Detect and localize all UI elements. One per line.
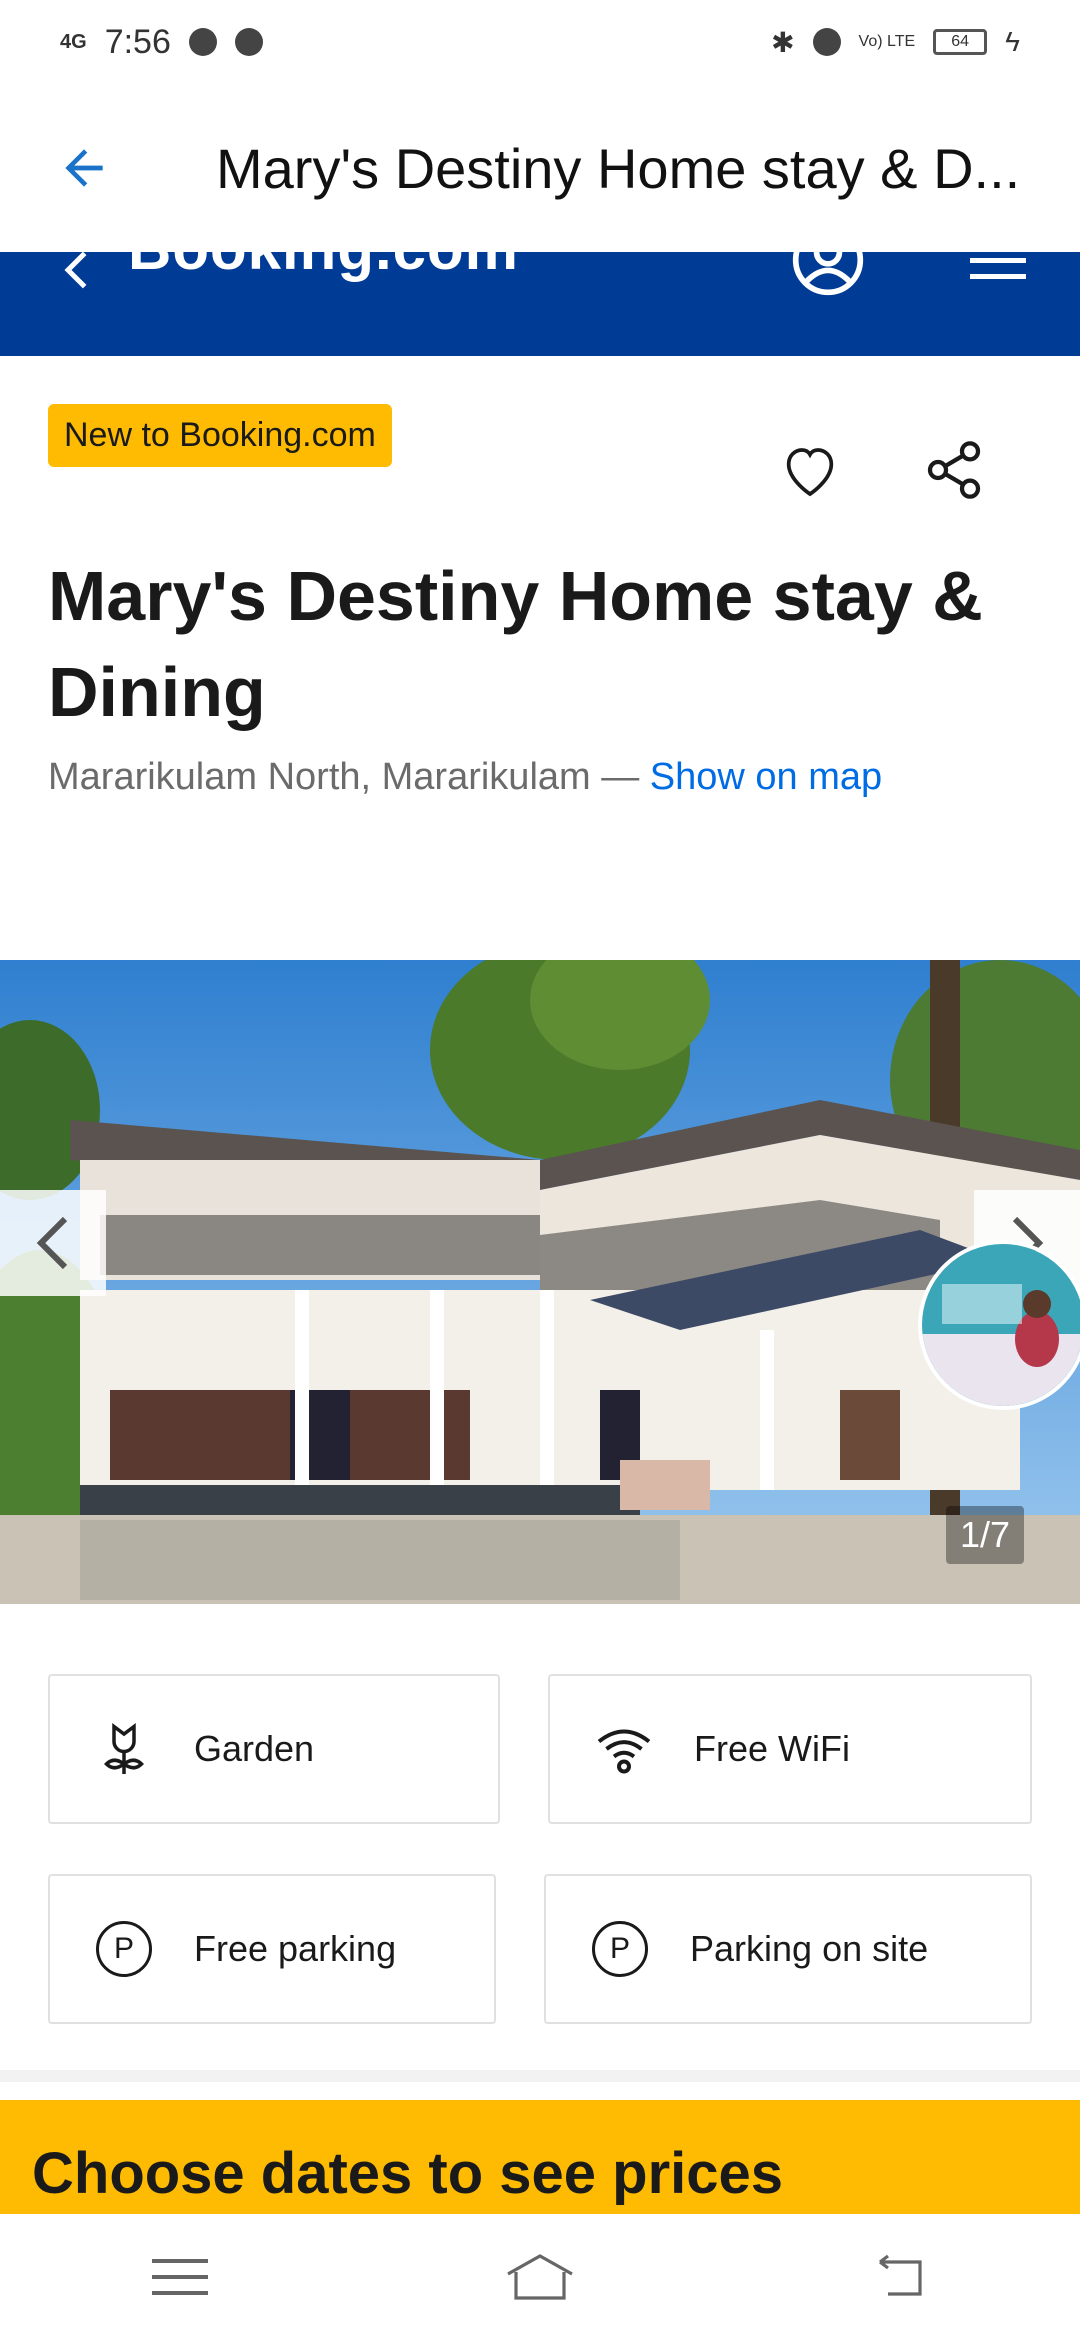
new-badge: New to Booking.com <box>48 404 392 467</box>
bluetooth-icon: ✱ <box>771 26 795 58</box>
property-title: Mary's Destiny Home stay & Dining <box>48 557 983 731</box>
arrow-left-icon <box>65 149 103 187</box>
garden-icon <box>94 1719 154 1779</box>
messenger-icon <box>234 28 263 56</box>
battery-indicator: 64 <box>933 29 988 55</box>
status-left: 4G 7:56 <box>60 23 263 62</box>
booking-header: Booking.com <box>0 252 1080 356</box>
recent-apps-button[interactable] <box>120 2227 240 2327</box>
share-icon <box>927 441 981 499</box>
page-title: Mary's Destiny Home stay & D... <box>216 136 1021 200</box>
facility-label: Garden <box>194 1728 315 1769</box>
facility-wifi: Free WiFi <box>548 1674 1032 1824</box>
location-separator: — <box>590 756 650 798</box>
facility-free-parking: P Free parking <box>48 1874 496 2024</box>
home-button[interactable] <box>480 2227 600 2327</box>
dining-photo <box>922 1244 1080 1406</box>
choose-dates-banner[interactable]: Choose dates to see prices <box>0 2100 1080 2214</box>
show-on-map-link[interactable]: Show on map <box>650 756 882 798</box>
app-bar: Mary's Destiny Home stay & D... <box>0 84 1080 252</box>
clock: 7:56 <box>104 22 171 61</box>
property-photo[interactable] <box>0 960 1080 1604</box>
notification-icon <box>188 28 217 56</box>
network-indicator: 4G <box>60 31 87 53</box>
parking-icon: P <box>94 1919 154 1979</box>
facility-label: Parking on site <box>690 1928 929 1969</box>
back-button[interactable] <box>24 108 144 228</box>
back-nav-button[interactable] <box>840 2227 960 2327</box>
account-icon[interactable] <box>790 252 866 298</box>
volte-indicator: Vo) LTE <box>858 33 916 50</box>
charging-icon: ϟ <box>1005 26 1020 57</box>
favorite-button[interactable] <box>778 438 854 514</box>
parking-icon: P <box>590 1919 650 1979</box>
facility-garden: Garden <box>48 1674 500 1824</box>
status-bar: 4G 7:56 ✱ Vo) LTE 64 ϟ <box>0 0 1080 84</box>
hamburger-menu-icon[interactable] <box>970 254 1026 294</box>
photo-counter: 1/7 <box>946 1506 1025 1564</box>
choose-dates-text: Choose dates to see prices <box>32 2141 784 2206</box>
chevron-left-icon[interactable] <box>58 252 98 290</box>
facility-parking-on-site: P Parking on site <box>544 1874 1032 2024</box>
location-text: Mararikulam North, Mararikulam <box>48 756 591 798</box>
wifi-icon <box>594 1719 654 1779</box>
facility-label: Free WiFi <box>694 1728 850 1769</box>
menu-lines-icon <box>152 2259 208 2295</box>
return-icon <box>879 2254 922 2296</box>
home-icon <box>507 2254 573 2300</box>
section-divider <box>0 2070 1080 2082</box>
booking-logo[interactable]: Booking.com <box>128 252 519 283</box>
dining-thumbnail[interactable] <box>918 1240 1080 1410</box>
chevron-left-icon <box>36 1216 68 1270</box>
facility-label: Free parking <box>194 1928 397 1969</box>
previous-photo-button[interactable] <box>0 1190 106 1296</box>
share-button[interactable] <box>922 438 998 514</box>
system-nav-bar <box>0 2214 1080 2340</box>
house-photo <box>0 960 1080 1604</box>
status-right: ✱ Vo) LTE 64 ϟ <box>771 26 1020 59</box>
heart-icon <box>786 448 834 497</box>
alarm-icon <box>812 28 841 56</box>
property-location: Mararikulam North, Mararikulam — Show on… <box>48 756 882 799</box>
